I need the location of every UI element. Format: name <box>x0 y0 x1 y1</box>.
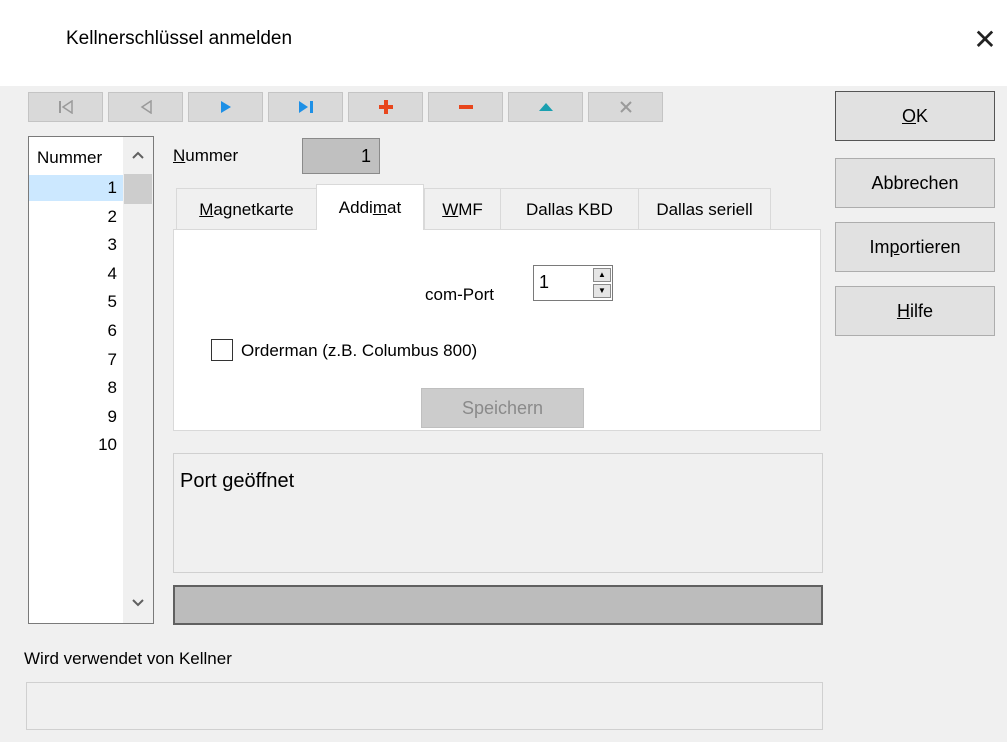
list-item-label: 5 <box>107 292 117 312</box>
up-triangle-icon <box>538 103 553 111</box>
cancel-edit-button[interactable] <box>588 92 663 122</box>
list-item-label: 10 <box>98 435 117 455</box>
list-item[interactable]: 2 <box>29 204 123 230</box>
list-item-label: 2 <box>107 206 117 226</box>
last-record-button[interactable] <box>268 92 343 122</box>
ok-button[interactable]: OK <box>835 91 995 141</box>
orderman-label: Orderman (z.B. Columbus 800) <box>241 341 478 360</box>
x-icon <box>619 101 632 113</box>
edit-record-button[interactable] <box>508 92 583 122</box>
list-item-label: 7 <box>107 349 117 369</box>
com-port-spin-buttons[interactable]: ▲ ▼ <box>593 268 611 298</box>
tab-dallas-kbd[interactable]: Dallas KBD <box>500 188 638 230</box>
import-label: Importieren <box>869 236 961 257</box>
prev-record-button[interactable] <box>108 92 183 122</box>
prev-record-icon <box>140 100 152 114</box>
close-button[interactable]: ✕ <box>968 20 1002 60</box>
cancel-button[interactable]: Abbrechen <box>835 158 995 208</box>
number-listbox[interactable]: Nummer 1 2 3 4 5 6 7 8 9 10 <box>28 136 154 624</box>
tab-dallas-seriell[interactable]: Dallas seriell <box>638 188 771 230</box>
tab-magnetkarte[interactable]: Magnetkarte <box>176 188 316 230</box>
help-label: Hilfe <box>896 300 933 321</box>
list-item[interactable]: 9 <box>29 404 123 430</box>
orderman-checkbox[interactable] <box>211 339 233 361</box>
spin-down-icon[interactable]: ▼ <box>593 284 611 298</box>
nummer-label: Nummer <box>173 146 239 165</box>
minus-icon <box>458 105 473 109</box>
list-item[interactable]: 5 <box>29 289 123 315</box>
used-by-field[interactable] <box>26 682 823 730</box>
list-header[interactable]: Nummer <box>37 148 102 168</box>
com-port-value: 1 <box>539 272 550 292</box>
nummer-field[interactable]: 1 <box>302 138 380 174</box>
scroll-up-icon[interactable] <box>123 147 153 169</box>
list-item-label: 1 <box>107 178 117 197</box>
next-record-button[interactable] <box>188 92 263 122</box>
delete-record-button[interactable] <box>428 92 503 122</box>
list-item[interactable]: 7 <box>29 347 123 373</box>
spin-up-icon[interactable]: ▲ <box>593 268 611 282</box>
next-record-icon <box>220 101 231 113</box>
com-port-label: com-Port <box>425 285 494 304</box>
list-item-label: 9 <box>107 406 117 426</box>
list-item[interactable]: 1 <box>29 175 123 201</box>
used-by-label: Wird verwendet von Kellner <box>24 649 232 668</box>
first-record-button[interactable] <box>28 92 103 122</box>
list-scroll-thumb[interactable] <box>124 174 152 204</box>
list-item-label: 4 <box>107 263 117 283</box>
status-box: Port geöffnet <box>173 453 823 573</box>
tab-wmf[interactable]: W MF <box>424 188 500 230</box>
list-item[interactable]: 4 <box>29 261 123 287</box>
progress-bar <box>173 585 823 625</box>
import-button[interactable]: Importieren <box>835 222 995 272</box>
list-scrollbar[interactable] <box>123 137 153 623</box>
list-item-label: 3 <box>107 235 117 255</box>
plus-icon <box>378 100 393 114</box>
list-item[interactable]: 10 <box>29 432 123 458</box>
list-item[interactable]: 3 <box>29 232 123 258</box>
help-button[interactable]: Hilfe <box>835 286 995 336</box>
status-text: Port geöffnet <box>180 470 295 492</box>
list-item-label: 6 <box>107 321 117 340</box>
list-item[interactable]: 6 <box>29 318 123 344</box>
ok-label: OK <box>901 105 929 126</box>
window-title: Kellnerschlüssel anmelden <box>66 28 293 49</box>
last-record-icon <box>298 101 313 113</box>
tab-addimat[interactable]: Addi m at <box>316 184 424 230</box>
save-button[interactable]: Speichern <box>421 388 584 428</box>
add-record-button[interactable] <box>348 92 423 122</box>
first-record-icon <box>58 100 73 114</box>
list-item-label: 8 <box>107 378 117 398</box>
list-item[interactable]: 8 <box>29 375 123 401</box>
scroll-down-icon[interactable] <box>123 595 153 617</box>
